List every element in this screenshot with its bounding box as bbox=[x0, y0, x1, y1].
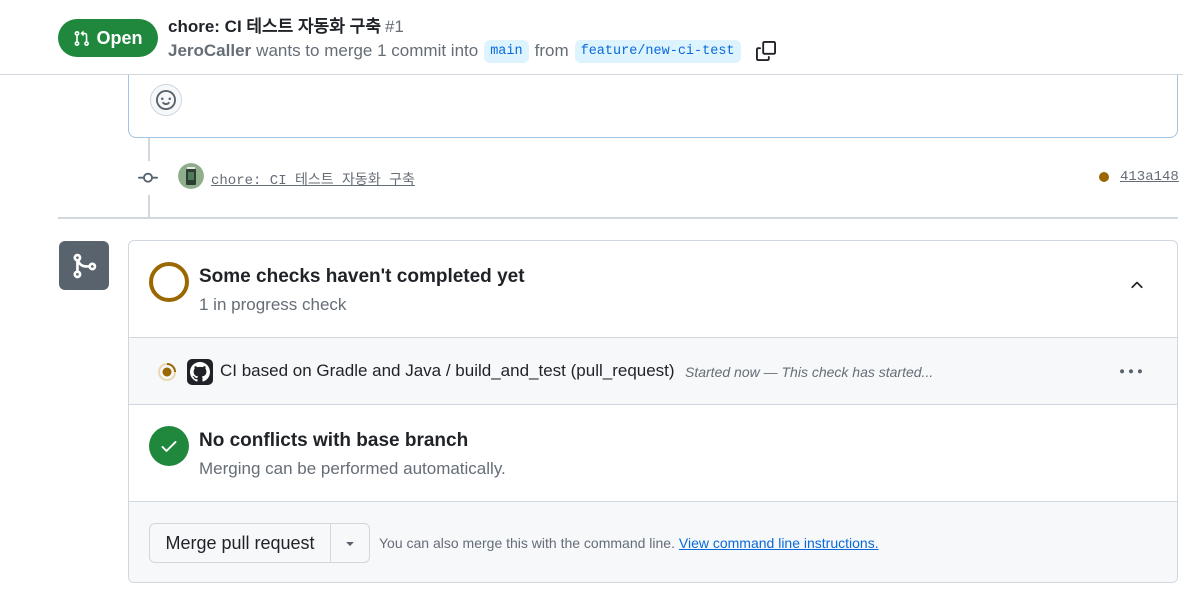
triangle-down-icon bbox=[346, 542, 354, 546]
github-actions-icon bbox=[187, 359, 213, 385]
pr-header: Open chore: CI 테스트 자동화 구축 #1 JeroCaller w… bbox=[0, 0, 1183, 75]
pr-title-text: chore: CI 테스트 자동화 구축 bbox=[168, 17, 381, 36]
in-progress-icon bbox=[158, 363, 176, 381]
check-status-text: Started now — This check has started... bbox=[685, 364, 934, 380]
commit-sha-link[interactable]: 413a148 bbox=[1120, 169, 1179, 185]
merge-method-dropdown[interactable] bbox=[331, 524, 369, 562]
pending-ring-icon bbox=[149, 262, 189, 302]
timeline-commit-badge bbox=[131, 161, 165, 195]
check-name-link[interactable]: CI based on Gradle and Java / build_and_… bbox=[220, 361, 675, 381]
copy-branch-button[interactable] bbox=[755, 40, 777, 62]
checks-subtitle: 1 in progress check bbox=[199, 295, 347, 314]
commit-status-pending-icon[interactable] bbox=[1099, 172, 1109, 182]
git-pull-request-icon bbox=[75, 30, 90, 46]
add-reaction-button[interactable] bbox=[150, 84, 182, 116]
commit-message-link[interactable]: chore: CI 테스트 자동화 구축 bbox=[211, 169, 415, 189]
smiley-icon bbox=[156, 90, 176, 110]
kebab-horizontal-icon bbox=[1120, 369, 1142, 374]
pr-state-badge: Open bbox=[58, 19, 158, 57]
merge-hint-text: You can also merge this with the command… bbox=[379, 535, 675, 551]
check-more-button[interactable] bbox=[1118, 360, 1144, 384]
merge-actions: Merge pull request You can also merge th… bbox=[129, 502, 1177, 582]
pr-meta: JeroCaller wants to merge 1 commit into … bbox=[168, 38, 777, 64]
git-merge-icon bbox=[73, 253, 97, 278]
merge-box: Some checks haven't completed yet 1 in p… bbox=[128, 240, 1178, 583]
pr-meta-text-1: wants to merge 1 commit into bbox=[256, 41, 479, 60]
merge-status-badge bbox=[59, 241, 109, 290]
command-line-instructions-link[interactable]: View command line instructions. bbox=[679, 535, 879, 551]
pr-meta-text-2: from bbox=[534, 41, 569, 60]
check-circle-icon bbox=[149, 426, 189, 466]
pr-number: #1 bbox=[384, 17, 404, 36]
collapse-checks-button[interactable] bbox=[1125, 273, 1149, 297]
conflicts-subtitle: Merging can be performed automatically. bbox=[199, 459, 506, 478]
head-branch-link[interactable]: feature/new-ci-test bbox=[574, 39, 741, 63]
chevron-up-icon bbox=[1131, 281, 1143, 289]
copy-icon bbox=[755, 41, 776, 61]
conflicts-summary: No conflicts with base branch Merging ca… bbox=[129, 405, 1177, 502]
base-branch-link[interactable]: main bbox=[484, 39, 529, 63]
pr-title: chore: CI 테스트 자동화 구축 #1 bbox=[168, 12, 404, 37]
merge-pull-request-button[interactable]: Merge pull request bbox=[150, 524, 331, 562]
pr-author-link[interactable]: JeroCaller bbox=[168, 41, 251, 61]
check-item[interactable]: CI based on Gradle and Java / build_and_… bbox=[129, 338, 1177, 405]
pr-state-label: Open bbox=[96, 27, 143, 48]
conflicts-title: No conflicts with base branch bbox=[199, 430, 469, 451]
timeline-divider bbox=[58, 217, 1178, 219]
git-commit-icon bbox=[138, 172, 158, 183]
merge-hint: You can also merge this with the command… bbox=[379, 535, 879, 551]
user-avatar[interactable] bbox=[178, 163, 204, 189]
merge-button-group: Merge pull request bbox=[149, 523, 370, 563]
checks-title: Some checks haven't completed yet bbox=[199, 266, 525, 287]
checks-summary: Some checks haven't completed yet 1 in p… bbox=[129, 241, 1177, 338]
